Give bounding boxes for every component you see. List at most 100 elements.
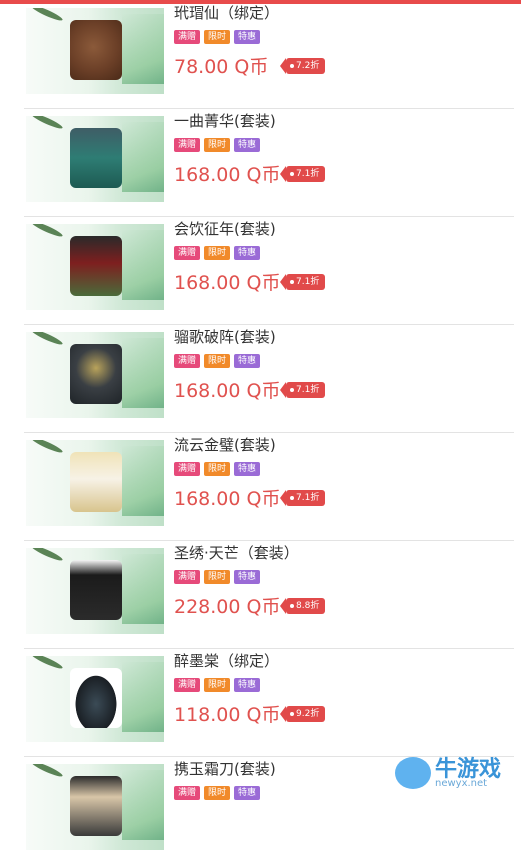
black-warrior-image bbox=[70, 560, 122, 620]
price: 168.00 Q币 bbox=[174, 380, 281, 402]
discount-text: 8.8折 bbox=[296, 601, 320, 611]
tag-limited: 限时 bbox=[204, 138, 231, 152]
tag-group: 满赠 限时 特惠 bbox=[174, 246, 261, 260]
tag-gift: 满赠 bbox=[174, 786, 201, 800]
discount-badge: 7.1折 bbox=[279, 166, 326, 182]
discount-dot bbox=[290, 388, 294, 392]
tag-gift: 满赠 bbox=[174, 138, 201, 152]
leaf-decoration bbox=[122, 14, 164, 84]
tag-gift: 满赠 bbox=[174, 678, 201, 692]
watermark-url: newyx.net bbox=[435, 778, 488, 789]
tag-gift: 满赠 bbox=[174, 246, 201, 260]
price: 168.00 Q币 bbox=[174, 272, 281, 294]
leaf-decoration bbox=[122, 230, 164, 300]
list-item[interactable]: 骝歌破阵(套装) 满赠 限时 特惠 168.00 Q币 7.1折 bbox=[24, 324, 514, 433]
tag-group: 满赠 限时 特惠 bbox=[174, 30, 261, 44]
price: 168.00 Q币 bbox=[174, 488, 281, 510]
tag-special: 特惠 bbox=[234, 462, 261, 476]
discount-dot bbox=[290, 64, 294, 68]
thumbnail-card[interactable] bbox=[26, 440, 164, 526]
discount-badge: 7.1折 bbox=[279, 382, 326, 398]
leaf-decoration bbox=[30, 764, 64, 779]
discount-dot bbox=[290, 604, 294, 608]
item-name: 玳瑁仙（绑定） bbox=[174, 4, 280, 22]
tag-gift: 满赠 bbox=[174, 462, 201, 476]
leaf-decoration bbox=[30, 440, 64, 455]
price: 168.00 Q币 bbox=[174, 164, 281, 186]
tag-limited: 限时 bbox=[204, 30, 231, 44]
thumbnail-card[interactable] bbox=[26, 332, 164, 418]
thumbnail-card[interactable] bbox=[26, 116, 164, 202]
tag-special: 特惠 bbox=[234, 246, 261, 260]
leaf-decoration bbox=[30, 8, 64, 23]
leaf-decoration bbox=[122, 554, 164, 624]
tag-special: 特惠 bbox=[234, 138, 261, 152]
tag-group: 满赠 限时 特惠 bbox=[174, 138, 261, 152]
dark-armor-image bbox=[70, 344, 122, 404]
thumbnail-card[interactable] bbox=[26, 764, 164, 850]
white-gold-robe-image bbox=[70, 452, 122, 512]
leaf-decoration bbox=[122, 770, 164, 840]
green-armor-image bbox=[70, 128, 122, 188]
list-item[interactable]: 会饮征年(套装) 满赠 限时 特惠 168.00 Q币 7.1折 bbox=[24, 216, 514, 325]
discount-dot bbox=[290, 712, 294, 716]
list-item[interactable]: 圣绣·天芒（套装） 满赠 限时 特惠 228.00 Q币 8.8折 bbox=[24, 540, 514, 649]
discount-badge: 7.1折 bbox=[279, 490, 326, 506]
discount-dot bbox=[290, 280, 294, 284]
cow-face-icon bbox=[395, 757, 431, 789]
tag-special: 特惠 bbox=[234, 678, 261, 692]
tag-group: 满赠 限时 特惠 bbox=[174, 786, 261, 800]
tag-gift: 满赠 bbox=[174, 354, 201, 368]
item-name: 会饮征年(套装) bbox=[174, 220, 276, 238]
list-item[interactable]: 一曲菁华(套装) 满赠 限时 特惠 168.00 Q币 7.1折 bbox=[24, 108, 514, 217]
discount-dot bbox=[290, 496, 294, 500]
list-item[interactable]: 玳瑁仙（绑定） 满赠 限时 特惠 78.00 Q币 7.2折 bbox=[24, 0, 514, 109]
item-name: 骝歌破阵(套装) bbox=[174, 328, 276, 346]
leaf-decoration bbox=[30, 548, 64, 563]
tag-group: 满赠 限时 特惠 bbox=[174, 462, 261, 476]
discount-text: 7.1折 bbox=[296, 385, 320, 395]
coin-ornament-image bbox=[70, 20, 122, 80]
warrior-with-hat-image bbox=[70, 776, 122, 836]
tag-gift: 满赠 bbox=[174, 30, 201, 44]
black-scarf-image bbox=[70, 668, 122, 728]
discount-text: 9.2折 bbox=[296, 709, 320, 719]
tag-limited: 限时 bbox=[204, 570, 231, 584]
watermark-logo: 牛游戏 newyx.net bbox=[395, 751, 515, 797]
price: 78.00 Q币 bbox=[174, 56, 269, 78]
item-name: 一曲菁华(套装) bbox=[174, 112, 276, 130]
thumbnail-card[interactable] bbox=[26, 656, 164, 742]
discount-text: 7.1折 bbox=[296, 169, 320, 179]
discount-text: 7.1折 bbox=[296, 493, 320, 503]
discount-badge: 8.8折 bbox=[279, 598, 326, 614]
discount-text: 7.2折 bbox=[296, 61, 320, 71]
leaf-decoration bbox=[122, 446, 164, 516]
item-name: 携玉霜刀(套装) bbox=[174, 760, 276, 778]
list-item[interactable]: 流云金璧(套装) 满赠 限时 特惠 168.00 Q币 7.1折 bbox=[24, 432, 514, 541]
leaf-decoration bbox=[122, 122, 164, 192]
tag-special: 特惠 bbox=[234, 786, 261, 800]
tag-limited: 限时 bbox=[204, 354, 231, 368]
discount-badge: 7.1折 bbox=[279, 274, 326, 290]
tag-limited: 限时 bbox=[204, 462, 231, 476]
thumbnail-card[interactable] bbox=[26, 548, 164, 634]
item-name: 圣绣·天芒（套装） bbox=[174, 544, 299, 562]
tag-group: 满赠 限时 特惠 bbox=[174, 570, 261, 584]
leaf-decoration bbox=[30, 116, 64, 131]
item-name: 流云金璧(套装) bbox=[174, 436, 276, 454]
discount-text: 7.1折 bbox=[296, 277, 320, 287]
list-item[interactable]: 醉墨棠（绑定） 满赠 限时 特惠 118.00 Q币 9.2折 bbox=[24, 648, 514, 757]
thumbnail-card[interactable] bbox=[26, 8, 164, 94]
tag-gift: 满赠 bbox=[174, 570, 201, 584]
leaf-decoration bbox=[30, 224, 64, 239]
tag-limited: 限时 bbox=[204, 678, 231, 692]
leaf-decoration bbox=[30, 332, 64, 347]
leaf-decoration bbox=[30, 656, 64, 671]
discount-badge: 9.2折 bbox=[279, 706, 326, 722]
tag-special: 特惠 bbox=[234, 354, 261, 368]
thumbnail-card[interactable] bbox=[26, 224, 164, 310]
tag-special: 特惠 bbox=[234, 30, 261, 44]
discount-dot bbox=[290, 172, 294, 176]
leaf-decoration bbox=[122, 338, 164, 408]
tag-limited: 限时 bbox=[204, 246, 231, 260]
